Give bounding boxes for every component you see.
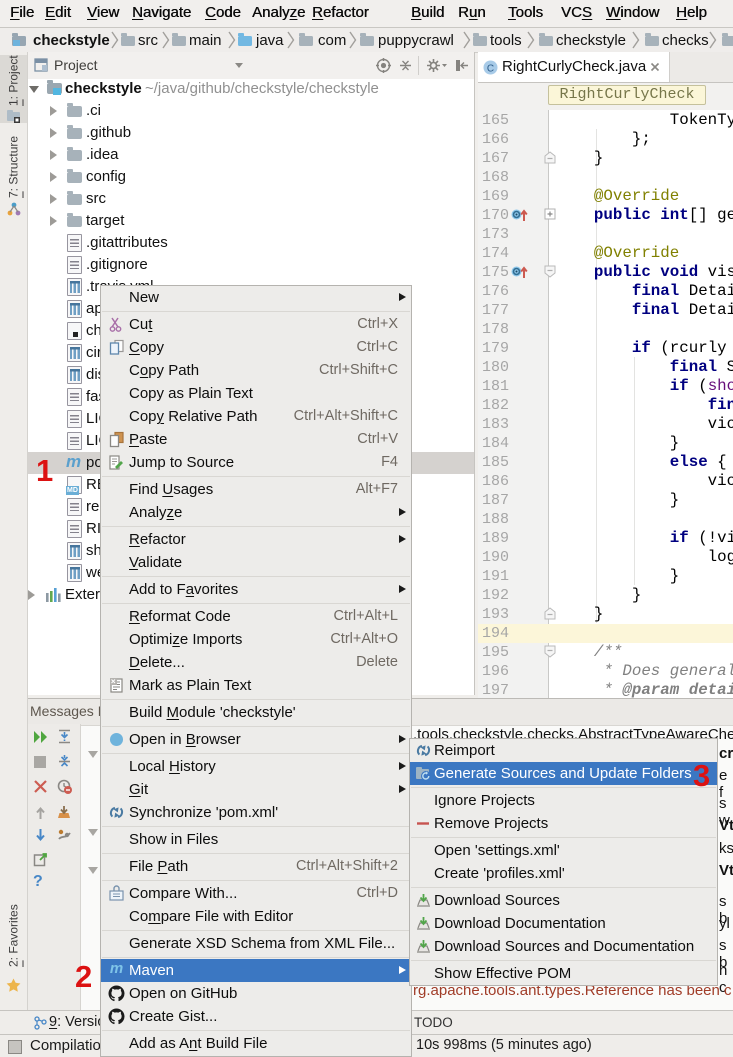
svg-text:C: C (487, 64, 494, 75)
